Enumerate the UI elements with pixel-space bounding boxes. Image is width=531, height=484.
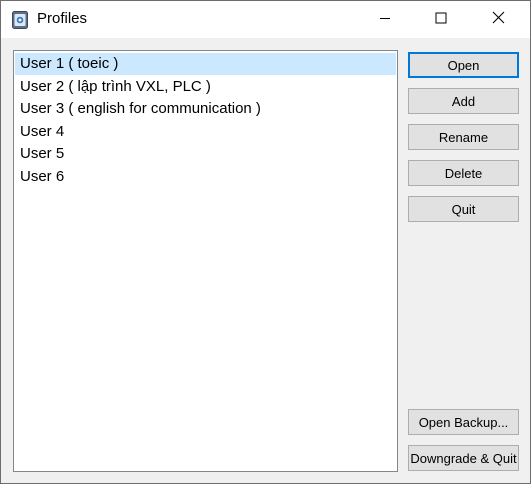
list-item-user-5[interactable]: User 5 bbox=[15, 143, 396, 165]
maximize-icon bbox=[435, 11, 447, 29]
close-button[interactable] bbox=[475, 1, 521, 38]
minimize-icon bbox=[379, 11, 391, 29]
list-item-label: User 2 ( lập trình VXL, PLC ) bbox=[20, 78, 211, 95]
list-item-user-6[interactable]: User 6 bbox=[15, 166, 396, 188]
list-item-label: User 6 bbox=[20, 168, 65, 185]
add-button[interactable]: Add bbox=[408, 88, 519, 114]
list-item-user-3[interactable]: User 3 ( english for communication ) bbox=[15, 98, 396, 120]
close-icon bbox=[492, 11, 505, 29]
title-bar[interactable]: Profiles bbox=[1, 1, 530, 38]
minimize-button[interactable] bbox=[362, 1, 408, 38]
list-item-label: User 1 ( toeic ) bbox=[20, 55, 119, 72]
profiles-window: Profiles User 1 ( toeic ) User 2 ( lập t… bbox=[0, 0, 531, 484]
profiles-list[interactable]: User 1 ( toeic ) User 2 ( lập trình VXL,… bbox=[13, 50, 398, 472]
list-item-label: User 3 ( english for communication ) bbox=[20, 100, 261, 117]
downgrade-quit-button[interactable]: Downgrade & Quit bbox=[408, 445, 519, 471]
list-item-label: User 5 bbox=[20, 145, 65, 162]
maximize-button[interactable] bbox=[418, 1, 464, 38]
quit-button[interactable]: Quit bbox=[408, 196, 519, 222]
list-item-user-4[interactable]: User 4 bbox=[15, 121, 396, 143]
list-item-user-2[interactable]: User 2 ( lập trình VXL, PLC ) bbox=[15, 76, 396, 98]
app-icon bbox=[12, 11, 28, 29]
rename-button[interactable]: Rename bbox=[408, 124, 519, 150]
window-title: Profiles bbox=[37, 10, 88, 27]
list-item-user-1[interactable]: User 1 ( toeic ) bbox=[15, 53, 396, 75]
open-button[interactable]: Open bbox=[408, 52, 519, 78]
list-item-label: User 4 bbox=[20, 123, 65, 140]
open-backup-button[interactable]: Open Backup... bbox=[408, 409, 519, 435]
delete-button[interactable]: Delete bbox=[408, 160, 519, 186]
